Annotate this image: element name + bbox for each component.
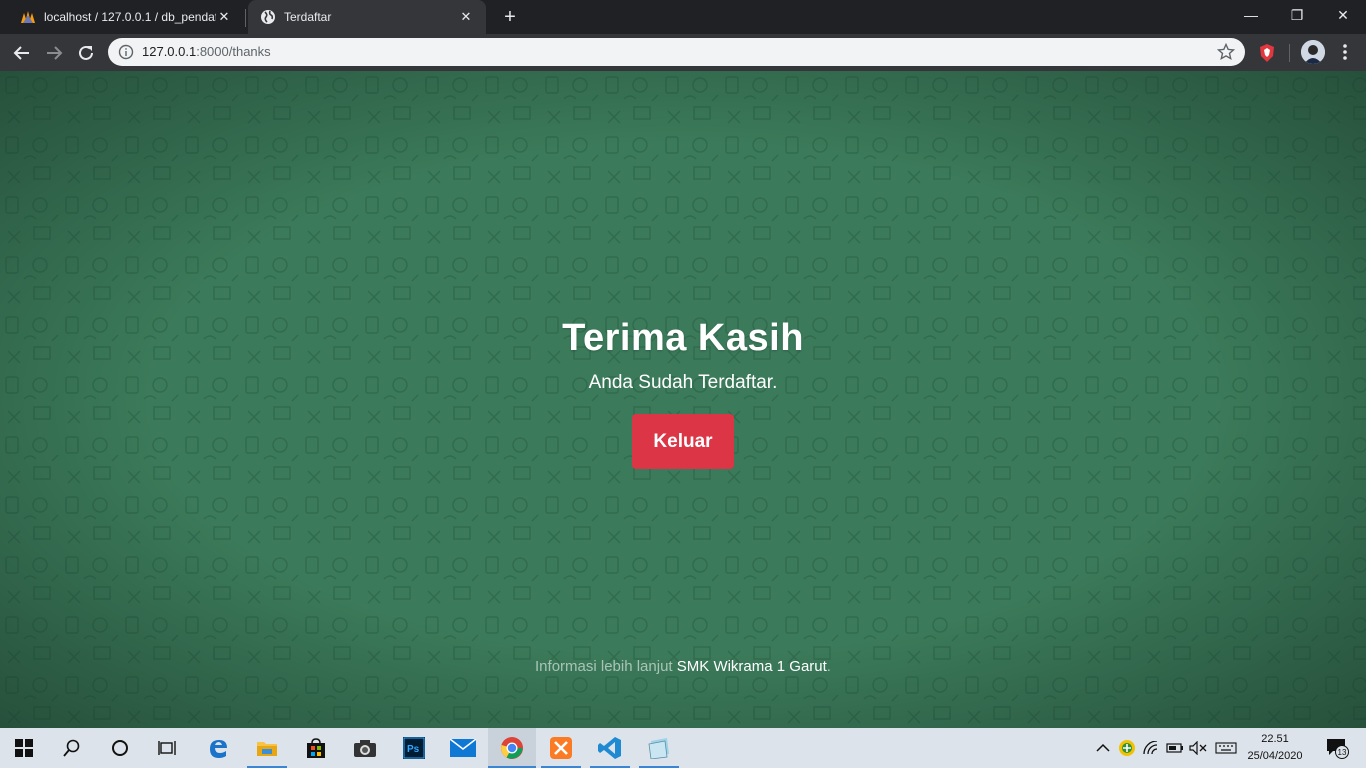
- more-menu-icon[interactable]: [1335, 42, 1355, 62]
- start-button[interactable]: [0, 728, 48, 768]
- address-bar[interactable]: 127.0.0.1:8000/thanks: [108, 38, 1245, 66]
- browser-toolbar: 127.0.0.1:8000/thanks: [0, 34, 1366, 71]
- tab-phpmyadmin[interactable]: localhost / 127.0.0.1 / db_pendaft ✕: [8, 0, 244, 34]
- camera-icon: [354, 740, 376, 757]
- battery-icon: [1166, 743, 1183, 753]
- notification-count: 13: [1338, 748, 1347, 757]
- url-path: :8000/thanks: [196, 44, 271, 59]
- show-hidden-icons-button[interactable]: [1094, 728, 1112, 768]
- back-button[interactable]: [8, 39, 36, 67]
- vscode-button[interactable]: [586, 728, 634, 768]
- smk-wikrama-link[interactable]: SMK Wikrama 1 Garut: [677, 658, 827, 675]
- profile-icon: [1301, 40, 1325, 64]
- wifi-icon: [1143, 741, 1158, 755]
- network-button[interactable]: [1141, 728, 1161, 768]
- new-tab-button[interactable]: +: [498, 5, 522, 29]
- keluar-button[interactable]: Keluar: [632, 414, 734, 469]
- volume-button[interactable]: [1188, 728, 1208, 768]
- xampp-icon: [550, 737, 572, 759]
- chrome-button[interactable]: [488, 728, 536, 768]
- search-button[interactable]: [48, 728, 96, 768]
- xampp-button[interactable]: [537, 728, 585, 768]
- reload-icon: [79, 45, 93, 60]
- forward-button[interactable]: [40, 39, 68, 67]
- store-button[interactable]: [292, 728, 340, 768]
- notepad-icon: [648, 738, 669, 759]
- avatar[interactable]: [1301, 40, 1325, 64]
- shield-tray-icon: [1119, 740, 1135, 756]
- photoshop-icon: Ps: [403, 737, 425, 759]
- mail-icon: [450, 739, 476, 757]
- cortana-icon: [112, 740, 128, 756]
- windows-taskbar: Ps 22.51 25/04/2020 13: [0, 728, 1366, 768]
- clock[interactable]: 22.51 25/04/2020: [1240, 731, 1310, 765]
- star-icon[interactable]: [1217, 43, 1235, 61]
- clock-time: 22.51: [1261, 733, 1289, 745]
- arrow-right-icon: [47, 46, 63, 60]
- action-center-button[interactable]: 13: [1320, 728, 1354, 768]
- svg-text:Ps: Ps: [407, 744, 420, 755]
- search-icon: [63, 739, 80, 757]
- notification-icon: 13: [1327, 739, 1349, 759]
- keyboard-icon: [1215, 742, 1237, 754]
- tab-title: localhost / 127.0.0.1 / db_pendaft: [44, 10, 216, 24]
- maximize-button[interactable]: ❐: [1274, 0, 1320, 30]
- vscode-icon: [598, 737, 621, 759]
- footer-text: Informasi lebih lanjut SMK Wikrama 1 Gar…: [0, 658, 1366, 675]
- notepad-app-button[interactable]: [635, 728, 683, 768]
- registration-message: Anda Sudah Terdaftar.: [588, 372, 778, 393]
- toolbar-divider: [1289, 44, 1290, 62]
- tab-title: Terdaftar: [284, 10, 332, 24]
- close-tab-icon[interactable]: ✕: [458, 9, 474, 25]
- volume-muted-icon: [1189, 741, 1207, 755]
- page-title: Terima Kasih: [562, 317, 804, 359]
- tab-separator: [245, 9, 246, 27]
- keyboard-button[interactable]: [1212, 728, 1240, 768]
- edge-button[interactable]: [194, 728, 242, 768]
- task-view-icon: [158, 741, 176, 755]
- arrow-left-icon: [13, 46, 29, 60]
- url-text: 127.0.0.1:8000/thanks: [142, 44, 271, 59]
- tab-strip: localhost / 127.0.0.1 / db_pendaft ✕ Ter…: [0, 0, 1366, 34]
- task-view-button[interactable]: [144, 728, 192, 768]
- edge-icon: [210, 740, 227, 758]
- folder-icon: [257, 742, 277, 756]
- footer-suffix: .: [826, 658, 831, 675]
- file-explorer-button[interactable]: [243, 728, 291, 768]
- chevron-up-icon: [1096, 743, 1110, 752]
- globe-icon: [261, 10, 275, 24]
- url-host: 127.0.0.1: [142, 44, 197, 59]
- windows-icon: [15, 739, 33, 757]
- close-tab-icon[interactable]: ✕: [216, 9, 232, 25]
- close-window-button[interactable]: ✕: [1320, 0, 1366, 30]
- page-background: Terima Kasih Anda Sudah Terdaftar. Kelua…: [0, 71, 1366, 728]
- reload-button[interactable]: [72, 39, 100, 67]
- chrome-icon: [501, 737, 523, 759]
- doodle-pattern: [0, 71, 1366, 728]
- mail-button[interactable]: [439, 728, 487, 768]
- photoshop-button[interactable]: Ps: [390, 728, 438, 768]
- tab-terdaftar[interactable]: Terdaftar ✕: [248, 0, 486, 34]
- footer-prefix: Informasi lebih lanjut: [535, 658, 677, 675]
- clock-date: 25/04/2020: [1247, 750, 1303, 762]
- camera-button[interactable]: [341, 728, 389, 768]
- info-icon[interactable]: [118, 44, 134, 60]
- phpmyadmin-icon: [21, 11, 35, 23]
- shield-icon[interactable]: [1258, 43, 1276, 63]
- store-icon: [307, 738, 325, 758]
- battery-button[interactable]: [1165, 728, 1185, 768]
- cortana-button[interactable]: [96, 728, 144, 768]
- minimize-button[interactable]: —: [1228, 0, 1274, 30]
- tray-app-button[interactable]: [1117, 728, 1137, 768]
